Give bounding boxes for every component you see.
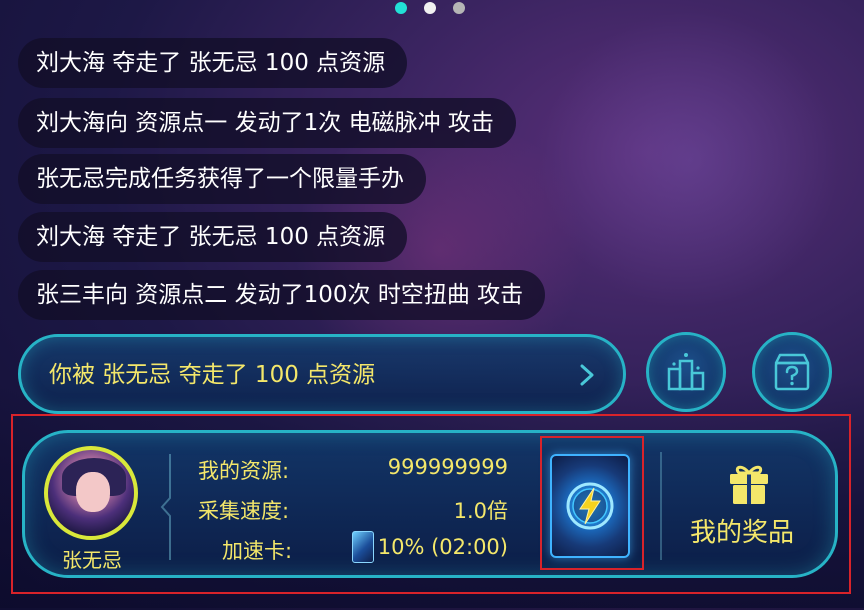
notification-bar[interactable]: 你被 张无忌 夺走了 100 点资源 — [18, 334, 626, 414]
podium-icon — [667, 353, 705, 391]
background-glow — [540, 10, 840, 310]
mystery-box-button[interactable] — [752, 332, 832, 412]
feed-message: 张三丰向 资源点二 发动了100次 时空扭曲 攻击 — [18, 270, 546, 320]
feed-message: 张无忌完成任务获得了一个限量手办 — [18, 154, 426, 204]
selection-highlight — [11, 414, 851, 594]
chevron-right-icon — [580, 364, 594, 386]
feed-message: 刘大海向 资源点一 发动了1次 电磁脉冲 攻击 — [18, 98, 516, 148]
notification-text: 你被 张无忌 夺走了 100 点资源 — [49, 362, 376, 388]
ranking-button[interactable] — [646, 332, 726, 412]
question-box-icon — [774, 353, 810, 391]
page-dot[interactable] — [453, 2, 465, 14]
feed-message: 刘大海 夺走了 张无忌 100 点资源 — [18, 212, 408, 262]
feed-message: 刘大海 夺走了 张无忌 100 点资源 — [18, 38, 408, 88]
page-indicator — [395, 2, 465, 14]
page-dot[interactable] — [424, 2, 436, 14]
page-dot-active[interactable] — [395, 2, 407, 14]
